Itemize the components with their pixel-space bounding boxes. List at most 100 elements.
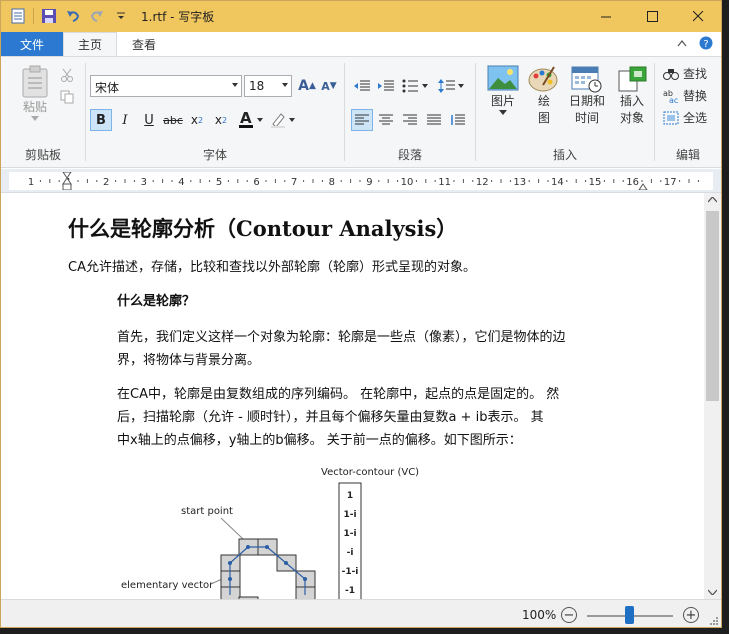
document-area[interactable]: 什么是轮廓分析（Contour Analysis） CA允许描述，存储，比较和查… [1,193,705,599]
doc-icon[interactable] [9,7,27,25]
ruler-number: 11 [438,177,451,188]
ruler-tick [274,179,276,183]
italic-icon[interactable]: I [114,109,136,131]
collapse-ribbon-icon[interactable] [677,39,687,47]
paste-button[interactable]: 粘贴 [13,65,57,121]
justify-icon[interactable] [423,109,445,131]
font-size-value: 18 [249,79,265,93]
window-title: 1.rtf - 写字板 [141,10,215,24]
ruler-number: 9 [366,177,372,188]
underline-icon[interactable]: U [138,109,160,131]
redo-icon[interactable] [88,7,106,25]
ruler-number: 14 [551,177,564,188]
customize-icon[interactable] [112,7,130,25]
ruler-tick [415,180,417,182]
font-family-combo[interactable]: 宋体 [90,75,242,97]
ruler-tick [434,180,436,182]
vc-value: -1-i [342,567,359,577]
bold-icon[interactable]: B [90,109,112,131]
grow-font-icon[interactable]: A ▲ [296,75,318,97]
zoom-slider-thumb[interactable] [625,606,634,624]
svg-text:A: A [240,110,252,127]
align-center-icon[interactable] [375,109,397,131]
ruler-tick [660,180,662,182]
elementary-vector-label: elementary vector [121,580,214,591]
subscript-icon[interactable]: x2 [186,109,208,131]
decrease-indent-icon[interactable] [351,75,373,97]
find-button[interactable]: 查找 [663,65,707,82]
replace-button[interactable]: ab ac 替换 [663,87,707,104]
ruler-tick [284,180,286,182]
font-color-icon[interactable]: A [236,109,266,131]
ruler-number: 10 [401,177,414,188]
ruler-tick [472,180,474,182]
vc-value: 1-i [343,529,356,539]
right-indent-marker[interactable] [638,183,648,191]
datetime-label-line2: 时间 [574,111,599,125]
ruler[interactable]: 11234567891011121314151617 [1,169,721,193]
document-title: 什么是轮廓分析（Contour Analysis） [68,216,458,241]
scroll-thumb[interactable] [706,211,719,401]
line-spacing-icon[interactable] [437,75,467,97]
find-label: 查找 [683,67,708,81]
tab-view[interactable]: 查看 [119,32,169,56]
copy-icon[interactable] [57,87,77,107]
ruler-tick [152,180,154,182]
shrink-font-icon[interactable]: A ▼ [318,75,340,97]
minimize-button[interactable] [583,1,629,32]
ruler-tick [227,180,229,182]
ruler-tick [340,180,342,182]
paragraph-2-line-2: 后，扫描轮廓（允许 - 顺时针），并且每个偏移矢量由复数a + ib表示。 其 [117,410,544,425]
zoom-out-button[interactable]: − [561,607,577,623]
ruler-tick [58,180,60,182]
scroll-up-icon[interactable] [708,197,717,203]
insert-object-icon [618,66,647,92]
object-label-line1: 插入 [619,94,644,108]
start-point-label: start point [181,506,233,517]
paste-dropdown-icon [31,116,39,121]
ruler-tick [39,180,41,182]
tab-file[interactable]: 文件 [1,32,63,56]
ruler-tick [603,180,605,182]
ruler-number: 12 [476,177,489,188]
align-right-icon[interactable] [399,109,421,131]
font-size-combo[interactable]: 18 [244,75,292,97]
editing-group: 查找 ab ac 替换 全选 编辑 [655,57,721,167]
paint-drawing-button[interactable]: 绘 图 [526,65,562,127]
maximize-button[interactable] [629,1,675,32]
ruler-tick [697,180,699,182]
paragraph-settings-icon[interactable] [447,109,469,131]
scroll-down-icon[interactable] [708,589,717,595]
increase-indent-icon[interactable] [375,75,397,97]
ruler-number: 13 [513,177,526,188]
insert-picture-button[interactable]: 图片 [482,65,524,115]
paint-label-line1: 绘 [537,94,550,108]
ruler-tick [538,179,540,183]
cut-icon[interactable] [57,65,77,85]
ruler-tick [77,180,79,182]
title-bar: 1.rtf - 写字板 [1,1,721,32]
insert-object-button[interactable]: 插入 对象 [612,65,652,127]
ruler-tick [528,180,530,182]
svg-text:ac: ac [669,96,678,103]
vc-title: Vector-contour (VC) [321,467,419,478]
vertical-scrollbar[interactable] [704,193,721,599]
highlight-icon[interactable] [268,109,298,131]
zoom-in-button[interactable]: + [683,607,699,623]
vc-value: 1-i [343,510,356,520]
superscript-icon[interactable]: x2 [210,109,232,131]
save-icon[interactable] [40,7,58,25]
close-button[interactable] [675,1,721,32]
ruler-tick [199,179,201,183]
strikethrough-icon[interactable]: abc [162,109,184,131]
ruler-tick [49,179,51,183]
undo-icon[interactable] [64,7,82,25]
help-icon[interactable]: ? [699,36,713,50]
select-all-button[interactable]: 全选 [663,109,707,126]
tab-home[interactable]: 主页 [63,32,117,56]
resize-grip-icon[interactable] [709,616,719,626]
bullet-list-icon[interactable] [401,75,431,97]
insert-datetime-button[interactable]: 日期和 时间 [564,65,610,127]
ruler-tick [397,180,399,182]
align-left-icon[interactable] [351,109,373,131]
